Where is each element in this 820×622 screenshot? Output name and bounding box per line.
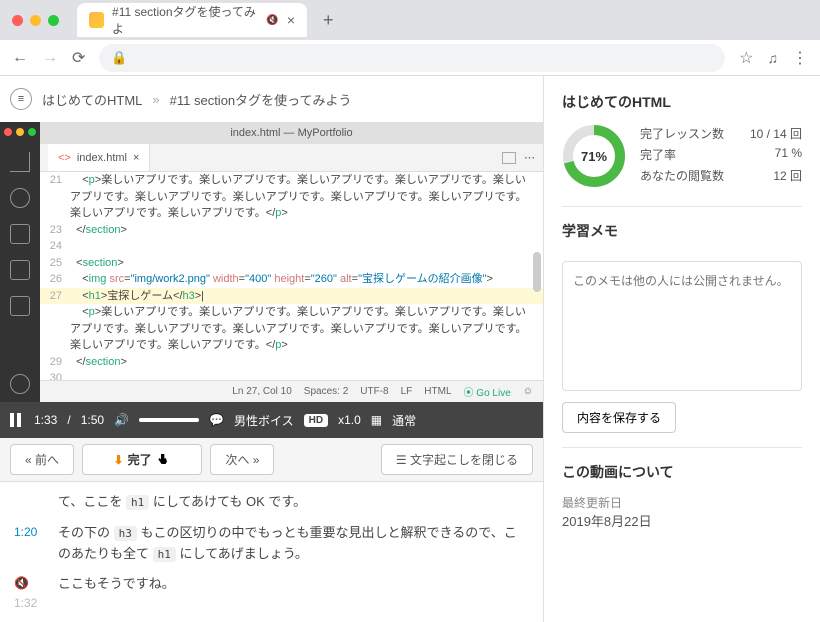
go-live-button[interactable]: ⦿ Go Live (464, 384, 511, 399)
transcript: て、ここを h1 にしてあけても OK です。 1:20その下の h3 もこの区切… (0, 482, 543, 622)
voice-icon: 💬 (209, 413, 224, 427)
editor-window-title: index.html — MyPortfolio (40, 127, 543, 139)
course-title: はじめてのHTML (562, 92, 802, 112)
hd-badge[interactable]: HD (304, 414, 328, 427)
layout-icon[interactable]: ▦ (371, 413, 382, 427)
speed-control[interactable]: x1.0 (338, 413, 361, 427)
progress-percent: 71% (562, 124, 626, 188)
browser-tab-strip: #11 sectionタグを使ってみよ 🔇 × + (0, 0, 820, 40)
minimize-window-icon[interactable] (30, 15, 41, 26)
stat-row: 完了レッスン数10 / 14 回 (640, 125, 802, 142)
volume-slider[interactable] (139, 418, 199, 422)
feedback-icon[interactable]: ☺ (523, 386, 533, 397)
code-line[interactable]: 24 (40, 238, 543, 255)
close-file-icon[interactable]: × (133, 152, 139, 164)
code-line[interactable]: 27 <h1>宝探しゲーム</h3>| (40, 288, 543, 305)
browser-toolbar: ← → ⟳ 🔒 ☆ ♫ ⋮ (0, 40, 820, 76)
breadcrumb-separator: » (152, 92, 159, 107)
code-line[interactable]: 29 </section> (40, 354, 543, 371)
file-tab[interactable]: <> index.html × (48, 144, 150, 171)
close-window-icon[interactable] (12, 15, 23, 26)
browser-tab[interactable]: #11 sectionタグを使ってみよ 🔇 × (77, 3, 307, 37)
split-editor-icon[interactable] (502, 152, 516, 164)
editor-tab-row: <> index.html × ⋯ (40, 144, 543, 172)
scrollbar[interactable] (533, 252, 541, 292)
stat-row: あなたの閲覧数12 回 (640, 167, 802, 184)
search-icon[interactable] (10, 188, 30, 208)
save-memo-button[interactable]: 内容を保存する (562, 402, 676, 433)
editor-minimize-icon[interactable] (16, 128, 24, 136)
lock-icon: 🔒 (111, 50, 127, 66)
memo-textarea[interactable] (562, 261, 802, 391)
editor-title-bar: index.html — MyPortfolio (40, 122, 543, 144)
editor-maximize-icon[interactable] (28, 128, 36, 136)
mute-icon[interactable]: 🔇 (266, 15, 278, 26)
pause-button[interactable] (10, 413, 24, 427)
spaces-indicator[interactable]: Spaces: 2 (304, 386, 348, 397)
updated-label: 最終更新日 (562, 494, 802, 511)
lang-indicator[interactable]: HTML (424, 386, 451, 397)
progress-stats: 完了レッスン数10 / 14 回完了率71 % あなたの閲覧数12 回 (640, 125, 802, 188)
video-total-time: 1:50 (81, 413, 104, 427)
code-line[interactable]: 25 <section> (40, 255, 543, 272)
transcript-line[interactable]: 🔇 1:32ここもそうですね。 (14, 574, 529, 612)
about-heading: この動画について (562, 462, 802, 482)
breadcrumb-lesson: #11 sectionタグを使ってみよう (170, 90, 352, 109)
window-controls (12, 15, 59, 26)
breadcrumb: ≡ はじめてのHTML » #11 sectionタグを使ってみよう (0, 76, 543, 122)
debug-icon[interactable] (10, 260, 30, 280)
code-editor[interactable]: 21 <p>楽しいアプリです。楽しいアプリです。楽しいアプリです。楽しいアプリで… (40, 172, 543, 380)
address-bar[interactable]: 🔒 (99, 44, 725, 72)
favicon-icon (89, 12, 104, 28)
maximize-window-icon[interactable] (48, 15, 59, 26)
video-current-time: 1:33 (34, 413, 57, 427)
done-button[interactable]: ⬇完了 (82, 444, 202, 476)
prev-button[interactable]: « 前へ (10, 444, 74, 475)
editor-close-icon[interactable] (4, 128, 12, 136)
eol-indicator[interactable]: LF (401, 386, 413, 397)
file-tab-label: index.html (77, 152, 127, 164)
more-icon[interactable]: ⋯ (524, 151, 535, 164)
video-controls: 1:33 / 1:50 🔊 💬 男性ボイス HD x1.0 ▦ 通常 (0, 402, 543, 438)
new-tab-button[interactable]: + (323, 10, 334, 31)
forward-icon[interactable]: → (42, 49, 58, 67)
transcript-line[interactable]: て、ここを h1 にしてあけても OK です。 (14, 492, 529, 513)
lesson-controls: « 前へ ⬇完了 次へ » ☰ 文字起こしを閉じる (0, 438, 543, 482)
tab-title: #11 sectionタグを使ってみよ (112, 3, 258, 37)
voice-label[interactable]: 男性ボイス (234, 412, 294, 429)
close-tab-icon[interactable]: × (287, 12, 295, 28)
code-line[interactable]: <p>楽しいアプリです。楽しいアプリです。楽しいアプリです。楽しいアプリです。楽… (40, 304, 543, 354)
transcript-line[interactable]: 1:20その下の h3 もこの区切りの中でもっとも重要な見出しと解釈できるので、… (14, 523, 529, 565)
next-button[interactable]: 次へ » (210, 444, 274, 475)
memo-heading: 学習メモ (562, 221, 802, 241)
breadcrumb-course[interactable]: はじめてのHTML (42, 90, 142, 109)
editor-status-bar: Ln 27, Col 10 Spaces: 2 UTF-8 LF HTML ⦿ … (40, 380, 543, 402)
cursor-pointer-icon (155, 452, 171, 468)
menu-toggle-icon[interactable]: ≡ (10, 88, 32, 110)
explorer-icon[interactable] (10, 152, 30, 172)
sidebar: はじめてのHTML 71% 完了レッスン数10 / 14 回完了率71 % あなた… (544, 76, 820, 622)
stat-row: 完了率71 % (640, 146, 802, 163)
back-icon[interactable]: ← (12, 49, 28, 67)
cursor-position[interactable]: Ln 27, Col 10 (232, 386, 292, 397)
playlist-icon[interactable]: ♫ (768, 50, 779, 66)
progress-ring: 71% (562, 124, 626, 188)
close-transcript-button[interactable]: ☰ 文字起こしを閉じる (381, 444, 533, 475)
code-line[interactable]: 30 (40, 370, 543, 380)
code-line[interactable]: 23 </section> (40, 222, 543, 239)
gear-icon[interactable] (10, 374, 30, 394)
extensions-icon[interactable] (10, 296, 30, 316)
reload-icon[interactable]: ⟳ (72, 48, 85, 68)
mode-label[interactable]: 通常 (392, 412, 416, 429)
editor-activity-bar (0, 122, 40, 402)
menu-icon[interactable]: ⋮ (792, 48, 808, 68)
star-icon[interactable]: ☆ (739, 48, 753, 68)
volume-icon[interactable]: 🔊 (114, 413, 129, 427)
code-line[interactable]: 26 <img src="img/work2.png" width="400" … (40, 271, 543, 288)
updated-value: 2019年8月22日 (562, 511, 802, 530)
encoding-indicator[interactable]: UTF-8 (360, 386, 388, 397)
code-line[interactable]: 21 <p>楽しいアプリです。楽しいアプリです。楽しいアプリです。楽しいアプリで… (40, 172, 543, 222)
git-icon[interactable] (10, 224, 30, 244)
